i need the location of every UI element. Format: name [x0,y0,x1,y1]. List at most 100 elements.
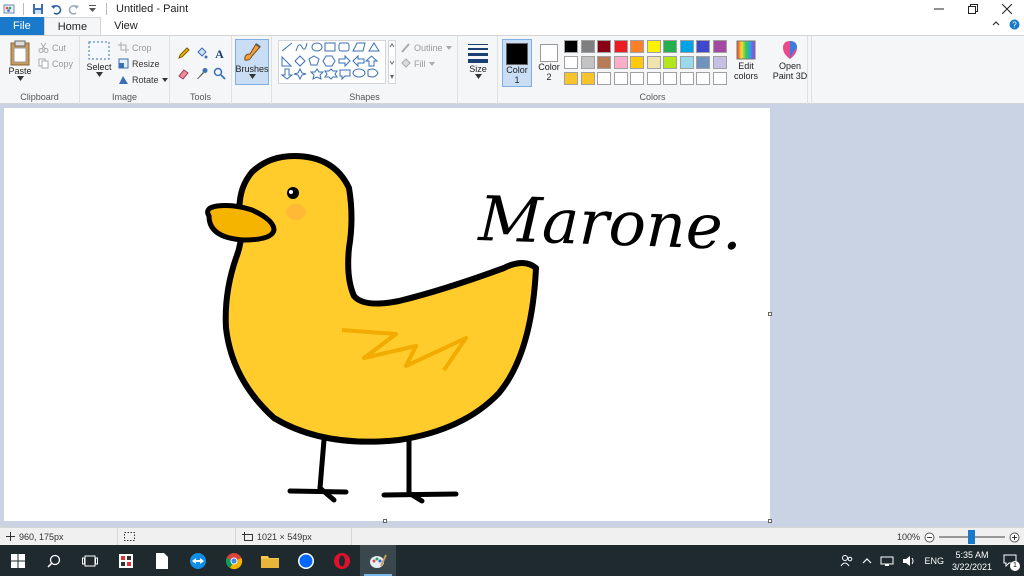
color-swatch[interactable] [696,72,710,85]
color-swatch[interactable] [679,56,694,69]
color-swatch[interactable] [564,56,578,69]
color2-button[interactable]: Color 2 [536,39,562,87]
color-swatch[interactable] [564,40,578,53]
crop-button[interactable]: Crop [118,42,152,53]
color-swatch[interactable] [580,40,595,53]
canvas-workspace[interactable]: Marone. [0,104,1024,527]
color-swatch[interactable] [663,72,677,85]
language-indicator[interactable]: ENG [924,556,944,566]
restore-button[interactable] [956,0,990,17]
taskbar-teamviewer[interactable] [180,545,216,576]
search-button[interactable] [36,545,72,576]
fill-bucket-icon[interactable] [194,46,208,60]
save-icon[interactable] [31,2,45,16]
color1-button[interactable]: Color 1 [502,39,532,87]
paint3d-line1: Open [778,61,802,71]
tab-file[interactable]: File [0,17,44,35]
color-swatch[interactable] [646,72,661,85]
canvas-size: 1021 × 549px [236,528,352,545]
pencil-icon[interactable] [176,46,190,60]
task-view-button[interactable] [72,545,108,576]
chevron-up-icon[interactable] [862,557,872,565]
color-swatch[interactable] [679,72,694,85]
outline-button[interactable]: Outline [400,42,452,53]
tab-home[interactable]: Home [43,17,102,35]
help-icon[interactable]: ? [1009,19,1020,33]
people-icon[interactable] [840,554,854,568]
color-swatch[interactable] [630,40,644,53]
taskbar-document[interactable] [144,545,180,576]
taskbar-file-explorer[interactable] [252,545,288,576]
minimize-button[interactable] [922,0,956,17]
taskbar-app-grid[interactable] [108,545,144,576]
cursor-position-text: 960, 175px [19,531,64,542]
color-swatch[interactable] [679,40,694,53]
zoom-level: 100% [896,532,920,542]
color-swatch[interactable] [646,56,661,69]
copy-button[interactable]: Copy [38,58,73,69]
color-swatch[interactable] [630,56,644,69]
zoom-in-icon[interactable] [1009,532,1020,543]
eraser-icon[interactable] [176,66,190,80]
zoom-slider-thumb[interactable] [968,530,975,544]
color-swatch[interactable] [580,72,595,85]
undo-icon[interactable] [49,2,63,16]
resize-handle-bottom[interactable] [383,519,387,523]
fill-button[interactable]: Fill [400,58,435,69]
resize-button[interactable]: Resize [118,58,160,69]
shapes-gallery[interactable] [278,40,386,84]
brushes-button[interactable]: Brushes [235,39,269,85]
resize-handle-corner[interactable] [768,519,772,523]
size-button[interactable]: Size [462,40,494,79]
scissors-icon [38,42,49,53]
volume-icon[interactable] [902,555,916,567]
clock[interactable]: 5:35 AM 3/22/2021 [952,549,992,573]
zoom-out-icon[interactable] [924,532,935,543]
taskbar-opera[interactable] [324,545,360,576]
shapes-scroll[interactable] [388,40,396,84]
network-icon[interactable] [880,556,894,566]
selection-icon [124,532,135,541]
close-button[interactable] [990,0,1024,17]
color-swatch[interactable] [712,56,727,69]
color-swatch[interactable] [663,40,677,53]
drawing-canvas[interactable]: Marone. [4,108,770,521]
notification-center[interactable]: 1 [1000,551,1020,571]
open-paint3d-button[interactable]: Open Paint 3D [770,39,810,81]
color-swatch[interactable] [613,72,628,85]
color-swatch[interactable] [597,72,611,85]
rotate-button[interactable]: Rotate [118,74,168,85]
paste-button[interactable]: Paste [6,40,34,81]
collapse-ribbon-icon[interactable] [991,19,1001,33]
color-swatch[interactable] [630,72,644,85]
customize-qat-icon[interactable] [85,2,99,16]
color-swatch[interactable] [646,40,661,53]
edit-colors-button[interactable]: Edit colors [730,39,762,81]
zoom-slider[interactable] [939,530,1005,544]
color-swatch[interactable] [613,56,628,69]
start-button[interactable] [0,545,36,576]
taskbar-zalo[interactable] [288,545,324,576]
redo-icon[interactable] [67,2,81,16]
magnifier-icon[interactable] [212,66,226,80]
color-swatch[interactable] [663,56,677,69]
resize-handle-right[interactable] [768,312,772,316]
color-swatch[interactable] [564,72,578,85]
taskbar-paint[interactable] [360,545,396,576]
color-swatch[interactable] [696,40,710,53]
taskbar-chrome[interactable] [216,545,252,576]
text-tool-icon[interactable]: A [212,46,226,60]
color-swatch[interactable] [580,56,595,69]
chrome-icon [225,552,243,569]
tab-view[interactable]: View [101,17,151,35]
color-swatch[interactable] [597,56,611,69]
paint-app-icon[interactable] [2,2,16,16]
color-swatch[interactable] [597,40,611,53]
color-picker-icon[interactable] [194,66,208,80]
color-swatch[interactable] [613,40,628,53]
cut-button[interactable]: Cut [38,42,66,53]
color-swatch[interactable] [712,40,727,53]
color-swatch[interactable] [712,72,727,85]
color-swatch[interactable] [696,56,710,69]
select-button[interactable]: Select [84,40,114,77]
